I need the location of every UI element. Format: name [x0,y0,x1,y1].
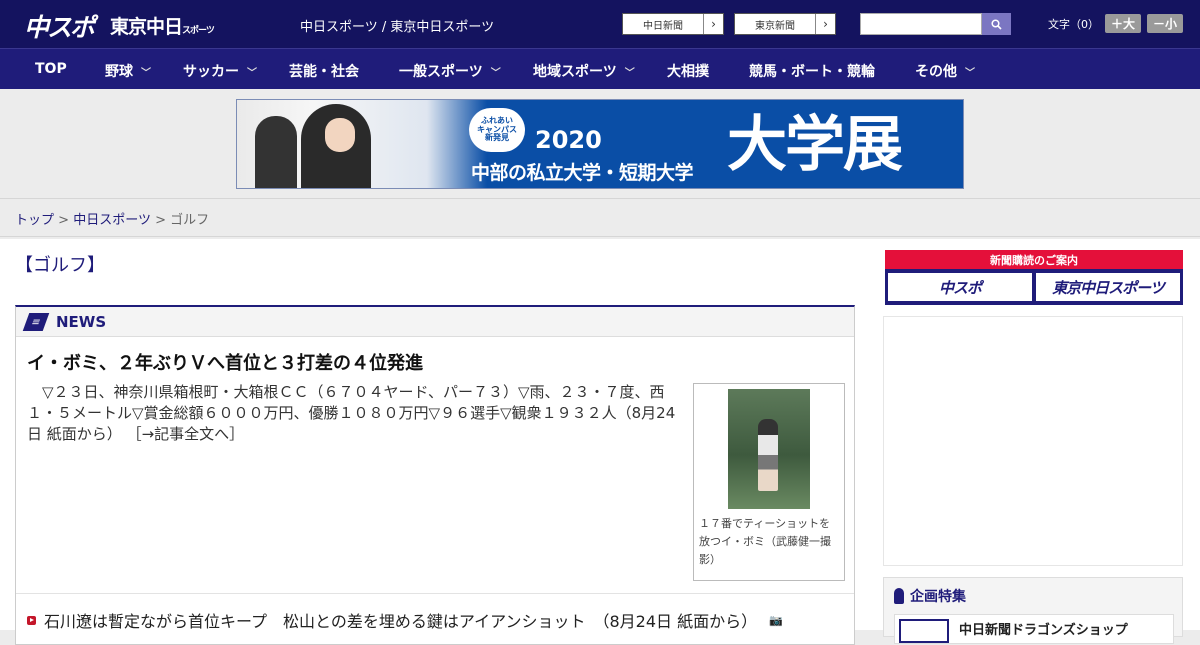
font-size-control: 文字（0） ＋大 －小 [1048,14,1184,33]
nav-item-label: 一般スポーツ [399,64,483,80]
list-item-date: （8月24日 紙面から） [593,612,758,631]
nav-item-top[interactable]: TOP [35,61,67,77]
feature-header: 企画特集 [884,578,1182,614]
chevron-down-icon: ﹀ [624,68,635,79]
chevron-down-icon: ﹀ [141,68,151,79]
medal-icon [894,588,904,604]
nav-item-label: その他 [915,64,957,80]
breadcrumb-site-link[interactable]: 中日スポーツ [73,213,151,228]
chuspo-logo[interactable]: 中スポ [24,8,95,44]
sidebar-ad-slot [883,316,1183,566]
university-expo-banner[interactable]: ふれあい キャンパス 新発見 2020 中部の私立大学・短期大学 大学展 [236,99,964,189]
list-item-link[interactable]: 石川遼は暫定ながら首位キープ 松山との差を埋める鍵はアイアンショット [44,608,585,632]
camera-icon: 📷 [769,613,783,627]
news-heading: NEWS [56,312,107,331]
chevron-down-icon: ﹀ [490,68,501,79]
nav-item-sumo[interactable]: 大相撲 [667,61,709,81]
category-title: 【ゴルフ】 [15,255,105,276]
breadcrumb-top-link[interactable]: トップ [15,213,54,228]
divider [16,593,854,594]
banner-badge: ふれあい キャンパス 新発見 [469,108,525,152]
nav-item-entertainment[interactable]: 芸能・社会 [289,61,359,81]
search-icon [991,18,1002,30]
subscription-box: 新聞購読のご案内 中スポ 東京中日スポーツ [885,250,1183,305]
tokyo-chunichi-logo[interactable]: 東京中日スポーツ [110,12,215,39]
nav-item-soccer[interactable]: サッカー ﹀ [183,61,257,81]
tokyo-shimbun-label: 東京新聞 [755,20,795,32]
article-summary: ▽２３日、神奈川県箱根町・大箱根ＣＣ（６７０４ヤード、パー７３）▽雨、２３・７度… [27,382,687,445]
feature-item-label: 中日新聞ドラゴンズショップ [959,623,1128,638]
feature-heading: 企画特集 [910,589,966,605]
bullet-arrow-icon [27,615,36,625]
chevron-down-icon: ﹀ [965,68,975,79]
chunichi-shimbun-button[interactable]: 中日新聞 › [622,13,724,35]
nav-item-label: TOP [35,61,67,77]
subscription-buttons: 中スポ 東京中日スポーツ [885,269,1183,305]
subscription-heading: 新聞購読のご案内 [885,250,1183,269]
read-more-link[interactable]: ［→記事全文へ］ [127,425,245,443]
font-decrease-button[interactable]: －小 [1147,14,1184,33]
tokyo-shimbun-button[interactable]: 東京新聞 › [734,13,836,35]
main-content: 【ゴルフ】 ≡ NEWS イ・ボミ、２年ぶりＶへ首位と３打差の４位発進 ▽２３日… [0,239,1200,645]
news-panel: ≡ NEWS イ・ボミ、２年ぶりＶへ首位と３打差の４位発進 ▽２３日、神奈川県箱… [15,305,855,645]
breadcrumb-separator: > [58,213,70,228]
nav-item-baseball[interactable]: 野球 ﹀ [105,61,151,81]
tokyo-logo-small: スポーツ [182,26,215,36]
chevron-down-icon: ﹀ [247,68,257,79]
feature-box: 企画特集 中日新聞ドラゴンズショップ [883,577,1183,644]
banner-text-area: ふれあい キャンパス 新発見 2020 中部の私立大学・短期大学 大学展 [427,100,963,188]
banner-year: 2020 [535,126,602,154]
banner-big-title: 大学展 [727,110,903,180]
search-input[interactable] [860,13,982,35]
chevron-right-icon: › [815,14,835,34]
nav-item-label: 芸能・社会 [289,64,359,80]
search-form [860,13,1011,35]
feature-thumbnail [899,619,949,643]
nav-item-label: 競馬・ボート・競輪 [749,64,875,80]
list-item: 石川遼は暫定ながら首位キープ 松山との差を埋める鍵はアイアンショット （8月24… [27,608,783,632]
subscribe-tokyo-button[interactable]: 東京中日スポーツ [1036,273,1180,301]
search-button[interactable] [982,13,1011,35]
badge-line: 新発見 [485,133,509,143]
banner-person-figure [255,116,297,188]
feature-item[interactable]: 中日新聞ドラゴンズショップ [894,614,1174,644]
news-header: ≡ NEWS [16,307,854,337]
article-body-text: ▽２３日、神奈川県箱根町・大箱根ＣＣ（６７０４ヤード、パー７３）▽雨、２３・７度… [27,383,676,443]
ad-band: ふれあい キャンパス 新発見 2020 中部の私立大学・短期大学 大学展 [0,89,1200,199]
nav-item-label: 大相撲 [667,64,709,80]
breadcrumb: トップ > 中日スポーツ > ゴルフ [0,199,1200,237]
article-photo-box: １７番でティーショットを放つイ・ボミ（武藤健一撮影） [693,383,845,581]
subscribe-chuspo-button[interactable]: 中スポ [888,273,1032,301]
nav-item-general-sports[interactable]: 一般スポーツ ﹀ [399,61,501,81]
breadcrumb-separator: > [155,213,166,228]
nav-item-racing[interactable]: 競馬・ボート・競輪 [749,61,875,81]
main-nav: TOP 野球 ﹀ サッカー ﹀ 芸能・社会 一般スポーツ ﹀ 地域スポーツ ﹀ 大相撲 … [0,48,1200,89]
font-increase-button[interactable]: ＋大 [1105,14,1142,33]
site-title: 中日スポーツ / 東京中日スポーツ [300,20,495,35]
nav-item-label: サッカー [183,64,239,80]
breadcrumb-current: ゴルフ [170,213,210,228]
banner-subtitle: 中部の私立大学・短期大学 [471,162,694,184]
golfer-figure [758,419,778,491]
banner-face-figure [325,118,355,152]
banner-photo [237,100,427,188]
nav-item-label: 地域スポーツ [533,64,617,80]
nav-item-local-sports[interactable]: 地域スポーツ ﹀ [533,61,635,81]
nav-item-label: 野球 [105,64,133,80]
article-title-link[interactable]: イ・ボミ、２年ぶりＶへ首位と３打差の４位発進 [27,349,423,375]
news-icon: ≡ [22,312,50,331]
site-header: 中スポ 東京中日スポーツ 中日スポーツ / 東京中日スポーツ 中日新聞 › 東京新… [0,0,1200,48]
chunichi-shimbun-label: 中日新聞 [643,20,683,32]
article-photo[interactable] [728,389,810,509]
tokyo-logo-text: 東京中日 [110,16,183,38]
nav-item-other[interactable]: その他 ﹀ [915,61,975,81]
font-size-label: 文字（0） [1048,17,1099,31]
chevron-right-icon: › [703,14,723,34]
photo-caption: １７番でティーショットを放つイ・ボミ（武藤健一撮影） [699,517,831,566]
